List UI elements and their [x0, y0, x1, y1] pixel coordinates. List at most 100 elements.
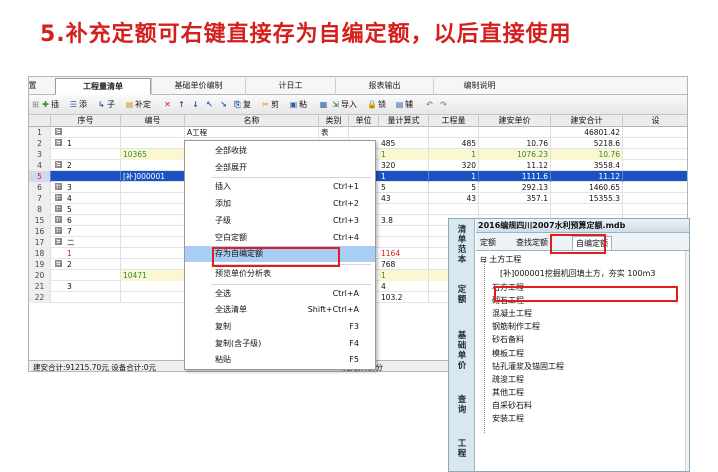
tab-report-output[interactable]: 报表输出	[335, 78, 433, 95]
toolbar-button-8[interactable]: ↖	[205, 98, 215, 112]
cell-quantity-formula	[379, 237, 429, 248]
tree-item-root[interactable]: ⊟ 土方工程	[480, 253, 521, 266]
cell-quantity-formula: 1164	[379, 248, 429, 259]
tree-item[interactable]: 自采砂石料	[492, 399, 532, 412]
tree-item[interactable]: 钢筋制作工程	[492, 320, 540, 333]
expander-icon[interactable]: ⊞	[55, 215, 64, 226]
toolbar-button-16[interactable]: ▤ 辅	[395, 98, 413, 112]
expander-glyph: ⊞	[55, 216, 62, 224]
tab-basic-unit-price[interactable]: 基础单价编制	[151, 78, 245, 95]
cell-sequence: 1	[65, 248, 121, 259]
toolbar-button-0[interactable]: ⊞	[31, 98, 41, 112]
menu-item-label: 子级	[215, 215, 231, 225]
side-tab[interactable]: 工程	[456, 439, 468, 459]
tree-item[interactable]: 疏浚工程	[492, 373, 524, 386]
menu-item-label: 全选	[215, 288, 231, 298]
toolbar-button-13[interactable]: ▦	[319, 98, 329, 112]
cell-code	[121, 127, 185, 138]
menu-item[interactable]: 全部收拢	[185, 143, 375, 159]
toolbar-button-12[interactable]: ▣ 粘	[289, 98, 307, 112]
side-tab[interactable]: 清单范本	[456, 225, 468, 265]
grid-header-cell	[29, 115, 51, 127]
toolbar-button-11[interactable]: ✂ 剪	[261, 98, 279, 112]
side-tab[interactable]: 查询	[456, 395, 468, 415]
panel-scrollbar[interactable]	[685, 251, 689, 471]
expander-icon[interactable]: ⊟	[55, 138, 64, 149]
tree-item[interactable]: 混凝土工程	[492, 307, 532, 320]
expander-glyph: ⊟	[55, 260, 62, 268]
row-number: 3	[29, 149, 51, 160]
expander-icon[interactable]: ⊞	[55, 193, 64, 204]
menu-item[interactable]: 空白定额 Ctrl+4	[185, 230, 375, 246]
expander-glyph: ⊞	[55, 183, 62, 191]
cell-unit-price: 292.13	[479, 182, 551, 193]
toolbar: ⊞ ✚ 插 ☰ 添 ↳ 子 ▤ 补定 ✕ ↑ ↓ ↖ ↘ ⎘ 复 ✂ 剪 ▣ 粘 ▦ ⇲ 导入 🔒锁 ▤ 辅 ↶ ↷	[29, 95, 687, 115]
cell-unit-price: 11.12	[479, 160, 551, 171]
menu-item[interactable]: 全部展开	[185, 160, 375, 176]
toolbar-button-4[interactable]: ▤ 补定	[125, 98, 151, 112]
toolbar-icon-13: ▦	[319, 100, 328, 109]
toolbar-button-17[interactable]: ↶	[425, 98, 435, 112]
row-number: 15	[29, 215, 51, 226]
toolbar-button-10[interactable]: ⎘ 复	[233, 98, 251, 112]
menu-item[interactable]: 子级 Ctrl+3	[185, 213, 375, 229]
row-number: 2	[29, 138, 51, 149]
expander-icon[interactable]: ⊞	[55, 226, 64, 237]
toolbar-button-14[interactable]: ⇲ 导入	[331, 98, 357, 112]
toolbar-label-3: 子	[107, 100, 115, 109]
expander-icon[interactable]: ⊟	[55, 160, 64, 171]
tree-item[interactable]: 其他工程	[492, 386, 524, 399]
cell-code	[121, 248, 185, 259]
tab-preparation-notes[interactable]: 编制说明	[433, 78, 525, 95]
collapse-icon[interactable]: ⊟	[480, 255, 489, 264]
cell-quantity-formula: 103.2	[379, 292, 429, 303]
menu-item[interactable]: 粘贴 F5	[185, 352, 375, 368]
toolbar-icon-1: ✚	[42, 100, 49, 109]
toolbar-icon-2: ☰	[69, 100, 78, 109]
side-tab[interactable]: 定额	[456, 285, 468, 305]
tree-item[interactable]: 砂石备料	[492, 333, 524, 346]
expander-icon[interactable]: ⊞	[55, 204, 64, 215]
cell-quantity: 5	[429, 182, 479, 193]
expander-icon[interactable]: ⊞	[55, 182, 64, 193]
cell-quantity: 1	[429, 149, 479, 160]
tree-item[interactable]: 安装工程	[492, 412, 524, 425]
expander-icon[interactable]: ⊟	[55, 127, 64, 138]
side-tab-strip: 清单范本定额基础单价查询工程	[449, 219, 475, 471]
toolbar-button-9[interactable]: ↘	[219, 98, 229, 112]
tab-daywork[interactable]: 计日工	[245, 78, 335, 95]
menu-item[interactable]: 复制(含子级) F4	[185, 336, 375, 352]
cell-code	[121, 259, 185, 270]
menu-item[interactable]: 全选清单 Shift+Ctrl+A	[185, 302, 375, 318]
toolbar-label-14: 导入	[341, 100, 357, 109]
toolbar-button-5[interactable]: ✕	[163, 98, 173, 112]
toolbar-button-15[interactable]: 🔒锁	[367, 98, 386, 112]
expander-icon[interactable]: ⊟	[55, 259, 64, 270]
table-row[interactable]: 1 ⊟ A工程表 46801.42	[29, 127, 687, 138]
menu-item-shortcut: Ctrl+1	[332, 182, 359, 192]
cell-unit-price	[479, 127, 551, 138]
toolbar-button-2[interactable]: ☰ 添	[69, 98, 87, 112]
expander-icon[interactable]: ⊟	[55, 237, 64, 248]
grid-header: 序号 编号 名称 类别 单位 量计算式 工程量 建安单价 建安合计设	[29, 115, 687, 127]
tree-item[interactable]: 模板工程	[492, 347, 524, 360]
menu-item-label: 空白定额	[215, 232, 247, 242]
tree-item-custom-quota[interactable]: [补]000001挖掘机回填土方，夯实 100m3	[500, 267, 655, 280]
side-tab[interactable]: 基础单价	[456, 331, 468, 371]
tab-settings[interactable]: 置	[29, 78, 45, 95]
menu-item[interactable]: 预览单价分析表	[185, 266, 375, 282]
toolbar-button-6[interactable]: ↑	[177, 98, 187, 112]
menu-item[interactable]: 复制 F3	[185, 319, 375, 335]
menu-item[interactable]: 全选 Ctrl+A	[185, 286, 375, 302]
toolbar-button-18[interactable]: ↷	[439, 98, 449, 112]
tab-bill-of-quantities[interactable]: 工程量清单	[55, 78, 151, 95]
menu-item[interactable]: 添加 Ctrl+2	[185, 196, 375, 212]
menu-item[interactable]: 插入 Ctrl+1	[185, 179, 375, 195]
tab-find-quota[interactable]: 查找定额	[516, 236, 548, 250]
toolbar-button-1[interactable]: ✚ 插	[41, 98, 59, 112]
toolbar-button-7[interactable]: ↓	[191, 98, 201, 112]
tab-quota[interactable]: 定额	[480, 236, 496, 250]
toolbar-button-3[interactable]: ↳ 子	[97, 98, 115, 112]
tree-item[interactable]: 钻孔灌浆及锚固工程	[492, 360, 564, 373]
row-number: 6	[29, 182, 51, 193]
